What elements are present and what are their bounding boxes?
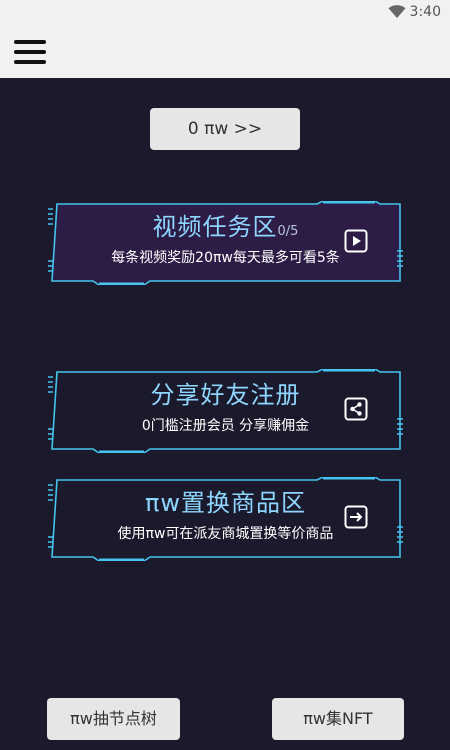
play-icon[interactable] [344, 229, 368, 253]
status-bar: 3:40 [0, 0, 450, 24]
share-register-card[interactable]: 分享好友注册 0门槛注册会员 分享赚佣金 [47, 369, 404, 453]
balance-button[interactable]: 0 πw >> [150, 108, 300, 150]
video-task-card[interactable]: 视频任务区0/5 每条视频奖励20πw每天最多可看5条 [47, 201, 404, 285]
app-bar [0, 24, 450, 78]
task-count: 0/5 [277, 224, 299, 239]
share-icon[interactable] [344, 397, 368, 421]
collect-nft-button[interactable]: πw集NFT [272, 698, 404, 740]
arrow-right-icon[interactable] [344, 505, 368, 529]
status-time: 3:40 [409, 4, 441, 20]
draw-node-tree-button[interactable]: πw抽节点树 [47, 698, 180, 740]
hamburger-menu-icon[interactable] [14, 40, 46, 64]
exchange-goods-card[interactable]: πw置换商品区 使用πw可在派友商城置换等价商品 [47, 477, 404, 561]
wifi-icon [388, 5, 406, 18]
